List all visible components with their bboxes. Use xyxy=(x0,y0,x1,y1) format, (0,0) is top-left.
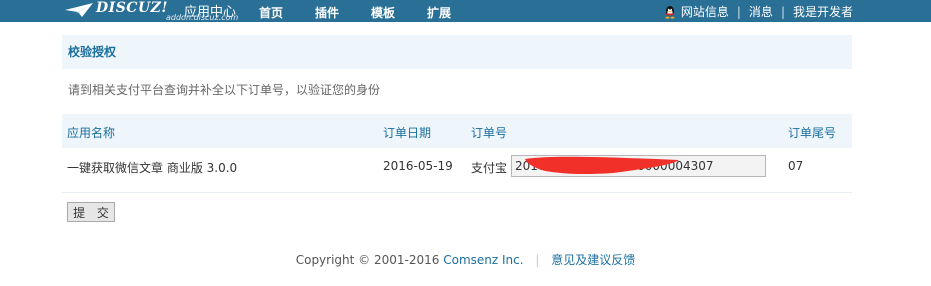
footer: Copyright © 2001-2016 Comsenz Inc. | 意见及… xyxy=(0,251,931,268)
header-order-no: 订单号 xyxy=(471,126,508,140)
separator: | xyxy=(736,4,741,19)
section-title: 校验授权 xyxy=(62,35,852,69)
section-description: 请到相关支付平台查询并补全以下订单号，以验证您的身份 xyxy=(68,83,381,97)
order-tail-cell: 07 xyxy=(788,159,804,173)
logo-text: DISCUZ! xyxy=(96,0,169,16)
header-order-tail: 订单尾号 xyxy=(788,126,837,140)
payment-method-label: 支付宝 xyxy=(471,161,508,175)
footer-separator: | xyxy=(535,253,540,267)
top-nav-bar: DISCUZ! 应用中心 addon.discuz.com 首页 插件 模板 扩… xyxy=(0,0,931,22)
discuz-logo[interactable]: DISCUZ! 应用中心 addon.discuz.com xyxy=(64,0,244,22)
feedback-link[interactable]: 意见及建议反馈 xyxy=(551,253,635,267)
nav-item-plugins[interactable]: 插件 xyxy=(315,4,339,21)
separator: | xyxy=(780,4,785,19)
nav-item-home[interactable]: 首页 xyxy=(259,4,283,21)
order-date-cell: 2016-05-19 xyxy=(383,159,453,173)
site-info-link[interactable]: 网站信息 xyxy=(681,3,729,20)
developer-link[interactable]: 我是开发者 xyxy=(793,3,853,20)
table-header: 应用名称 订单日期 订单号 订单尾号 xyxy=(62,114,852,148)
order-number-input[interactable] xyxy=(511,155,766,177)
nav-item-extensions[interactable]: 扩展 xyxy=(427,4,451,21)
header-order-date: 订单日期 xyxy=(383,126,432,140)
qq-penguin-icon xyxy=(665,5,675,19)
submit-button[interactable]: 提 交 xyxy=(67,202,115,222)
company-link[interactable]: Comsenz Inc. xyxy=(443,253,523,267)
app-name-cell: 一键获取微信文章 商业版 3.0.0 xyxy=(67,161,238,175)
main-nav: 首页 插件 模板 扩展 xyxy=(259,4,483,21)
copyright-text: Copyright © 2001-2016 xyxy=(295,253,440,267)
header-app-name: 应用名称 xyxy=(67,126,116,140)
table-row: 一键获取微信文章 商业版 3.0.0 2016-05-19 支付宝 07 xyxy=(62,149,852,193)
logo-url: addon.discuz.com xyxy=(166,13,239,22)
nav-item-templates[interactable]: 模板 xyxy=(371,4,395,21)
user-links: 网站信息 | 消息 | 我是开发者 xyxy=(663,3,853,20)
paper-plane-icon xyxy=(65,3,93,17)
messages-link[interactable]: 消息 xyxy=(749,3,773,20)
